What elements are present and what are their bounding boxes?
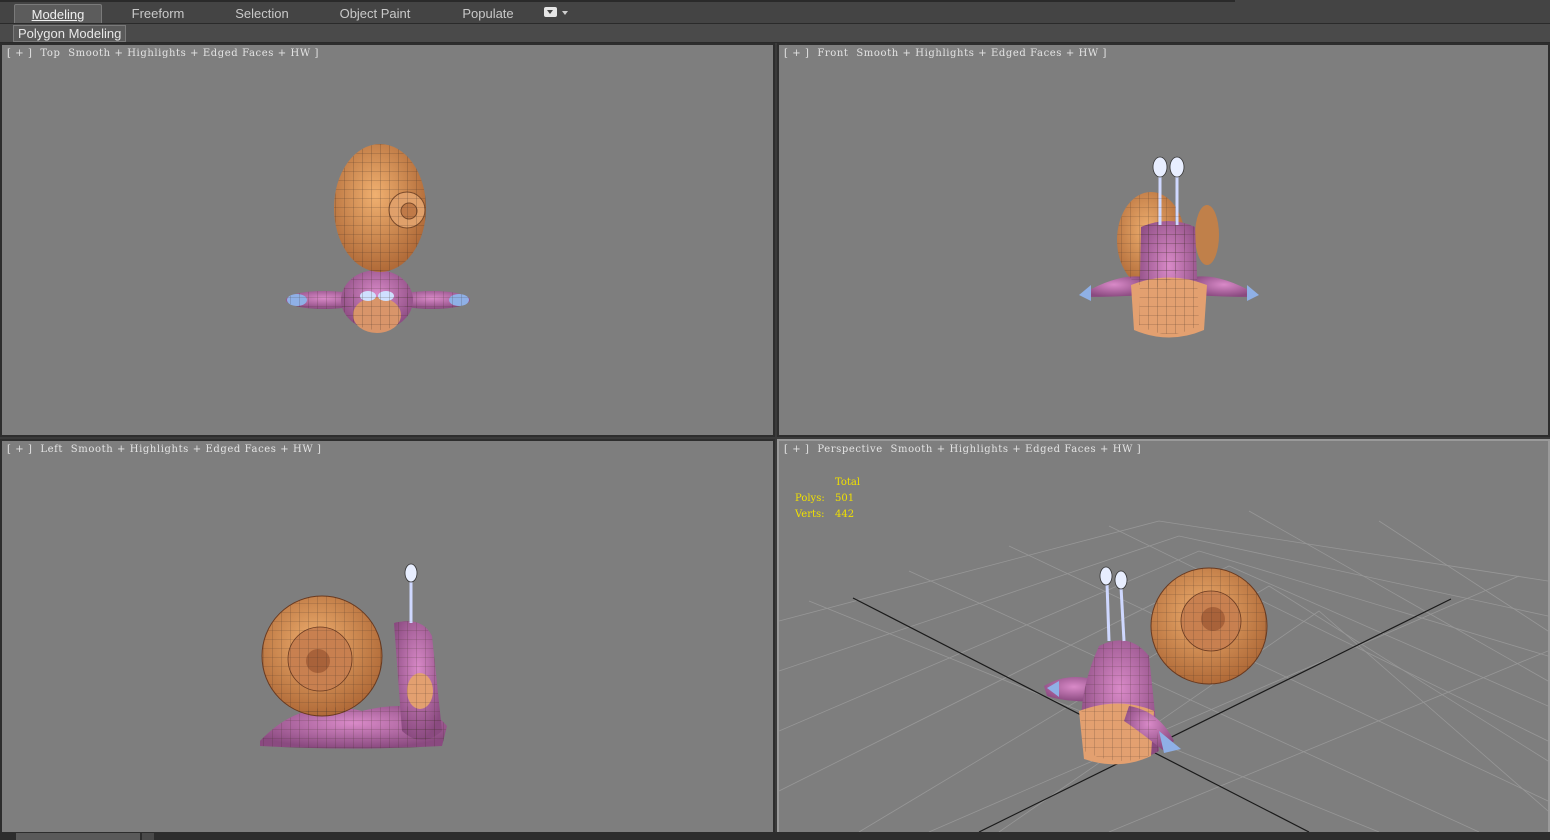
tab-selection-label: Selection [235, 6, 289, 21]
perspective-scene[interactable] [779, 441, 1548, 832]
viewport-front[interactable]: [ + ] Front Smooth + Highlights + Edged … [777, 43, 1550, 437]
ribbon-tab-bar: Modeling Freeform Selection Object Paint… [0, 0, 1550, 24]
tab-freeform[interactable]: Freeform [116, 4, 200, 23]
ribbon-top-border [0, 0, 1235, 2]
ribbon-options-icon[interactable] [544, 7, 570, 19]
tab-modeling[interactable]: Modeling [14, 4, 102, 23]
ribbon-panel: Polygon Modeling [0, 24, 1550, 43]
polygon-modeling-panel-button[interactable]: Polygon Modeling [13, 25, 127, 42]
viewport-left[interactable]: [ + ] Left Smooth + Highlights + Edged F… [0, 439, 775, 834]
tab-freeform-label: Freeform [131, 6, 185, 21]
dropdown-box-icon [544, 7, 557, 17]
chevron-down-icon [562, 11, 568, 15]
tab-object-paint[interactable]: Object Paint [330, 4, 420, 23]
tab-modeling-label: Modeling [31, 7, 85, 22]
snail-model-front-view[interactable] [779, 45, 1548, 435]
tab-object-paint-label: Object Paint [339, 6, 411, 21]
time-slider[interactable] [16, 833, 140, 840]
tab-selection[interactable]: Selection [222, 4, 302, 23]
status-bar [0, 832, 1550, 840]
home-grid [779, 510, 1548, 832]
viewport-top[interactable]: [ + ] Top Smooth + Highlights + Edged Fa… [0, 43, 775, 437]
tab-populate[interactable]: Populate [450, 4, 526, 23]
snail-model-left-view[interactable] [2, 441, 773, 832]
tab-populate-label: Populate [462, 6, 514, 21]
time-slider-next-button[interactable] [142, 833, 154, 840]
viewport-perspective[interactable]: [ + ] Perspective Smooth + Highlights + … [777, 439, 1550, 834]
snail-model-top-view[interactable] [2, 45, 773, 435]
